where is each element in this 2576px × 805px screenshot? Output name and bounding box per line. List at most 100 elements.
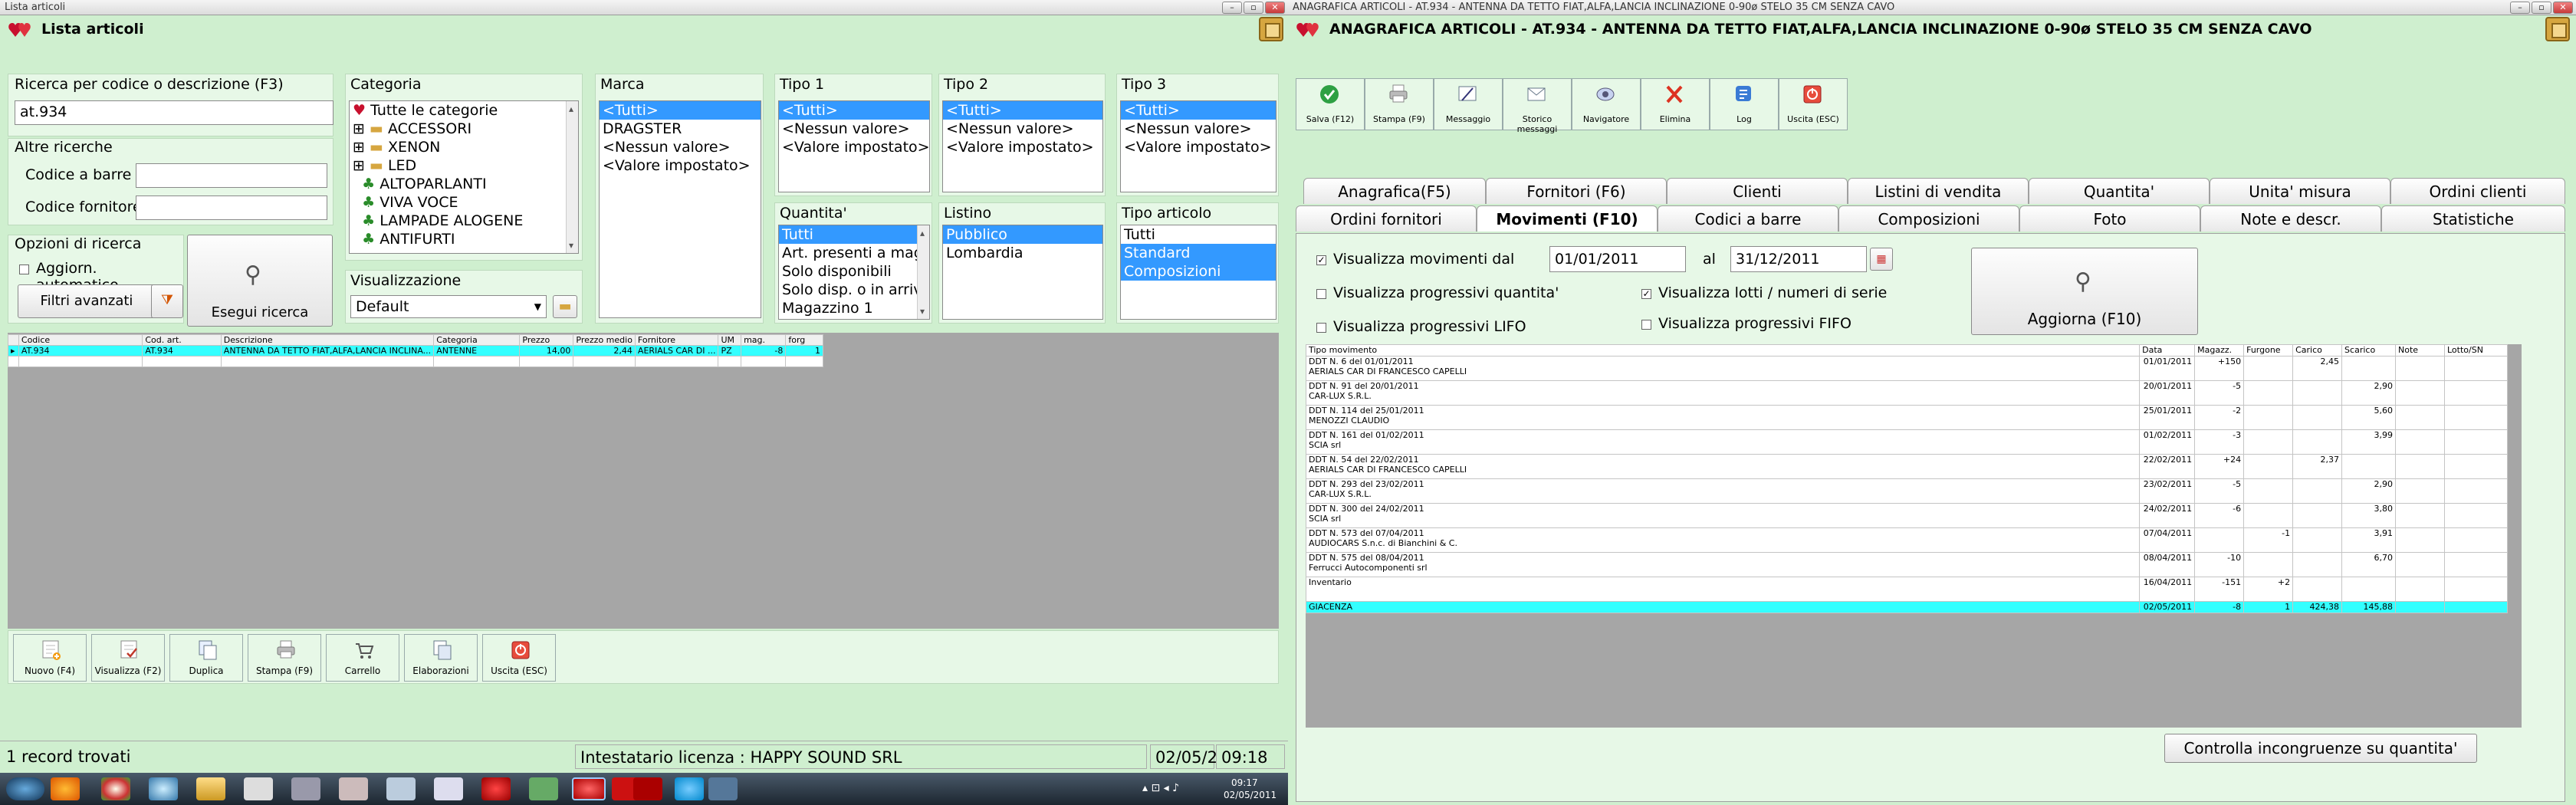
quantity-list[interactable]: Tutti Art. presenti a magaz Solo disponi…: [778, 225, 930, 320]
lots-serial-checkbox[interactable]: ✓: [1641, 289, 1651, 299]
tab-fornitori[interactable]: Fornitori (F6): [1486, 178, 1667, 204]
type2-item[interactable]: <Valore impostato>: [943, 138, 1102, 156]
column-header[interactable]: Carico: [2292, 344, 2343, 356]
tab-movimenti[interactable]: Movimenti (F10): [1477, 205, 1658, 232]
tab-ordini-clienti[interactable]: Ordini clienti: [2390, 178, 2565, 204]
print-button[interactable]: Stampa (F9): [1365, 78, 1434, 130]
column-header[interactable]: Lotto/SN: [2443, 344, 2509, 356]
column-header[interactable]: Prezzo: [519, 334, 574, 346]
heart-app-icon[interactable]: [481, 777, 511, 800]
date-from-input[interactable]: 01/01/2011: [1549, 246, 1686, 272]
tab-codici-barre[interactable]: Codici a barre: [1658, 205, 1838, 232]
barcode-input[interactable]: [136, 163, 327, 188]
browser-icon[interactable]: [149, 777, 178, 800]
folder-open-button[interactable]: ▬: [553, 295, 577, 318]
navigator-button[interactable]: Navigatore: [1572, 78, 1641, 130]
maximize-button[interactable]: ▫: [1244, 2, 1263, 14]
images-icon[interactable]: [386, 777, 416, 800]
movement-row[interactable]: DDT N. 114 del 25/01/2011 MENOZZI CLAUDIO…: [1305, 405, 2509, 430]
article-type-item[interactable]: Standard: [1121, 244, 1276, 262]
movement-row[interactable]: Inventario 16/04/2011 -151 +2: [1305, 577, 2509, 602]
column-header[interactable]: Prezzo medio: [573, 334, 636, 346]
close-button[interactable]: ✕: [2553, 2, 2573, 14]
type1-item[interactable]: <Tutti>: [779, 101, 929, 120]
pdf2-icon[interactable]: [633, 777, 662, 800]
column-header[interactable]: UM: [718, 334, 742, 346]
firefox-icon[interactable]: [51, 777, 80, 800]
column-header[interactable]: Fornitore: [634, 334, 719, 346]
network-icon[interactable]: [529, 777, 558, 800]
quantity-item[interactable]: Solo disp. o in arrivo: [779, 281, 929, 299]
column-header[interactable]: Categoria: [433, 334, 521, 346]
type3-item[interactable]: <Tutti>: [1121, 101, 1276, 120]
show-movements-checkbox[interactable]: ✓: [1316, 255, 1326, 265]
terminal-icon[interactable]: [434, 777, 463, 800]
tree-item-lampade[interactable]: ♣ LAMPADE ALOGENE: [350, 212, 578, 230]
processing-button[interactable]: Elaborazioni: [404, 634, 478, 682]
execute-search-button[interactable]: ⚲ Esegui ricerca: [187, 235, 333, 327]
view-button[interactable]: Visualizza (F2): [91, 634, 165, 682]
movement-row[interactable]: DDT N. 54 del 22/02/2011 AERIALS CAR DI F…: [1305, 454, 2509, 479]
type1-item[interactable]: <Valore impostato>: [779, 138, 929, 156]
tab-listini[interactable]: Listini di vendita: [1848, 178, 2029, 204]
movement-row[interactable]: DDT N. 573 del 07/04/2011 AUDIOCARS S.n.c…: [1305, 527, 2509, 553]
tree-item-led[interactable]: ⊞ ▬ LED: [350, 156, 578, 175]
minimize-button[interactable]: –: [2510, 2, 2530, 14]
cart-button[interactable]: Carrello: [326, 634, 399, 682]
message-history-button[interactable]: Storico messaggi: [1503, 78, 1572, 134]
article-type-item[interactable]: Composizioni: [1121, 262, 1276, 281]
quantity-item[interactable]: Solo disponibili: [779, 262, 929, 281]
brand-item[interactable]: <Valore impostato>: [600, 156, 761, 175]
category-tree[interactable]: ♥ Tutte le categorie ⊞ ▬ ACCESSORI ⊞ ▬ X…: [349, 100, 579, 254]
save-button[interactable]: Salva (F12): [1296, 78, 1365, 130]
search-input[interactable]: at.934: [15, 100, 334, 125]
tab-composizioni[interactable]: Composizioni: [1838, 205, 2019, 232]
refresh-button[interactable]: ⚲ Aggiorna (F10): [1971, 248, 2198, 335]
column-header[interactable]: Magazz.: [2194, 344, 2245, 356]
tools-icon[interactable]: [291, 777, 320, 800]
check-inconsistencies-button[interactable]: Controlla incongruenze su quantita': [2164, 734, 2477, 763]
brand-item[interactable]: DRAGSTER: [600, 120, 761, 138]
tab-ordini-fornitori[interactable]: Ordini fornitori: [1296, 205, 1477, 232]
start-icon[interactable]: [6, 777, 44, 800]
fifo-checkbox[interactable]: [1641, 320, 1651, 330]
brand-item[interactable]: <Tutti>: [600, 101, 761, 120]
column-header[interactable]: mag.: [741, 334, 787, 346]
type3-item[interactable]: <Nessun valore>: [1121, 120, 1276, 138]
exit-button[interactable]: Uscita (ESC): [1779, 78, 1848, 130]
duplicate-button[interactable]: Duplica: [169, 634, 243, 682]
article-type-item[interactable]: Tutti: [1121, 225, 1276, 244]
app-icon[interactable]: [244, 777, 273, 800]
exit-button[interactable]: Uscita (ESC): [482, 634, 556, 682]
article-type-list[interactable]: Tutti Standard Composizioni: [1120, 225, 1276, 320]
tree-item-root[interactable]: ♥ Tutte le categorie: [350, 101, 578, 120]
movement-row[interactable]: DDT N. 91 del 20/01/2011 CAR-LUX S.R.L. 20…: [1305, 380, 2509, 406]
column-header[interactable]: Furgone: [2243, 344, 2294, 356]
calendar-button[interactable]: ▦: [1870, 248, 1893, 271]
message-button[interactable]: Messaggio: [1434, 78, 1503, 130]
column-header[interactable]: Codice: [18, 334, 143, 346]
movement-row[interactable]: DDT N. 6 del 01/01/2011 AERIALS CAR DI FR…: [1305, 356, 2509, 381]
movement-row[interactable]: DDT N. 293 del 23/02/2011 CAR-LUX S.R.L. 2…: [1305, 478, 2509, 504]
movement-row[interactable]: DDT N. 161 del 01/02/2011 SCIA srl 01/02/2…: [1305, 429, 2509, 455]
tree-item-antifurti[interactable]: ♣ ANTIFURTI: [350, 230, 578, 248]
tree-item-viva-voce[interactable]: ♣ VIVA VOCE: [350, 193, 578, 212]
advanced-filters-button[interactable]: Filtri avanzati: [18, 284, 156, 318]
pricelist-list[interactable]: Pubblico Lombardia: [942, 225, 1103, 320]
column-header[interactable]: Data: [2139, 344, 2196, 356]
movement-row[interactable]: DDT N. 300 del 24/02/2011 SCIA srl 24/02/2…: [1305, 503, 2509, 528]
movement-row[interactable]: DDT N. 575 del 08/04/2011 Ferrucci Autoco…: [1305, 552, 2509, 577]
close-button[interactable]: ✕: [1265, 2, 1285, 14]
column-header[interactable]: Descrizione: [220, 334, 435, 346]
column-header[interactable]: Tipo movimento: [1305, 344, 2141, 356]
movement-total-row[interactable]: GIACENZA 02/05/2011 -8 1 424,38 145,88: [1305, 601, 2509, 613]
column-header[interactable]: Scarico: [2341, 344, 2397, 356]
heart-app-active-icon[interactable]: [572, 777, 606, 800]
quantity-scrollbar[interactable]: [917, 225, 929, 319]
category-scrollbar[interactable]: [566, 101, 578, 253]
quantity-item[interactable]: Magazzino 1: [779, 299, 929, 317]
type2-list[interactable]: <Tutti> <Nessun valore> <Valore impostat…: [942, 100, 1103, 192]
print-button[interactable]: Stampa (F9): [248, 634, 321, 682]
quantity-item[interactable]: Tutti: [779, 225, 929, 244]
filter-funnel-button[interactable]: ⧩: [151, 284, 183, 318]
